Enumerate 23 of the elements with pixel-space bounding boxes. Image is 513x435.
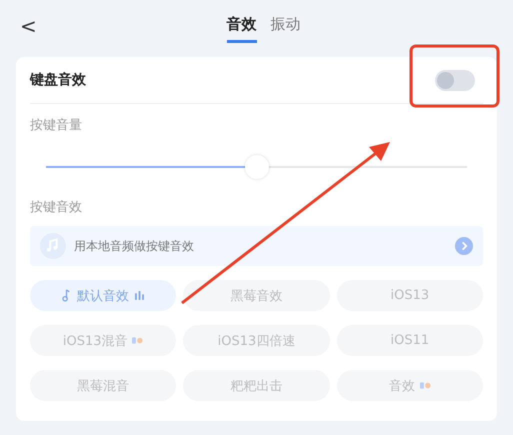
local-audio-banner[interactable]: 用本地音频做按键音效 [30, 226, 483, 266]
banner-text: 用本地音频做按键音效 [74, 238, 195, 254]
volume-slider[interactable] [46, 155, 467, 179]
chevron-right-icon [455, 237, 473, 255]
sound-option[interactable]: 黑莓混音 [30, 370, 176, 401]
section-label: 按键音量 [30, 117, 83, 134]
music-note-icon [40, 233, 66, 259]
sound-option[interactable]: iOS13混音 [30, 325, 176, 356]
toggle-switch[interactable] [435, 70, 475, 90]
tab[interactable]: 音效 [226, 11, 256, 43]
sound-option[interactable]: 黑莓音效 [183, 280, 330, 311]
sound-option[interactable]: 粑粑出击 [183, 370, 330, 401]
setting-label: 键盘音效 [30, 71, 86, 89]
music-note-icon [61, 289, 72, 302]
sound-option[interactable]: iOS11 [336, 325, 483, 356]
sound-option[interactable]: iOS13四倍速 [183, 325, 330, 356]
tab[interactable]: 振动 [270, 11, 300, 43]
section-label: 按键音效 [30, 199, 83, 216]
sound-option[interactable]: 默认音效 [30, 280, 176, 311]
sound-option[interactable]: 音效 [336, 370, 483, 401]
back-button[interactable]: < [20, 14, 37, 38]
bar-chart-icon [134, 289, 146, 302]
sound-option[interactable]: iOS13 [336, 280, 483, 311]
